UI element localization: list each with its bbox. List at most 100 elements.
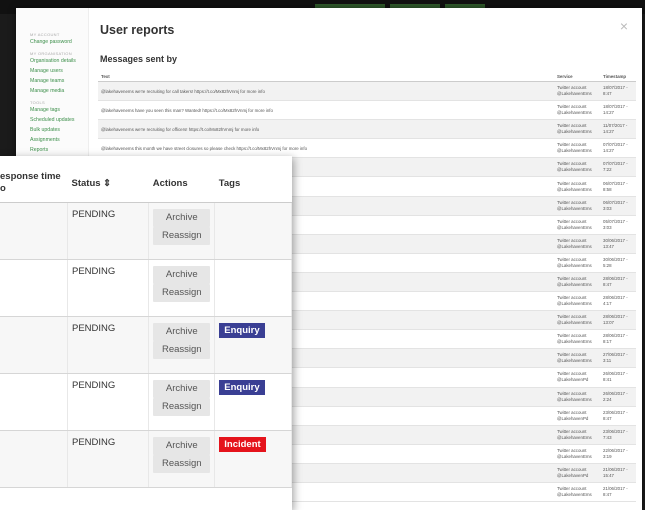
table-row: PENDING Archive Reassign Enquiry: [0, 373, 292, 431]
message-timestamp: 28/06/2017 - 4:17: [600, 291, 636, 312]
message-service: Twitter account @LakehavenEms: [554, 215, 600, 235]
message-timestamp: 28/06/2017 - 8:17: [600, 329, 636, 350]
column-header-response-sub: o: [0, 183, 6, 194]
table-row: PENDING Archive Reassign: [0, 259, 292, 317]
tickets-table-body: PENDING Archive Reassign PENDING Archive Reas…: [0, 202, 292, 488]
column-header-service[interactable]: Service: [554, 71, 600, 82]
sidebar-item-change-password[interactable]: Change password: [30, 39, 88, 45]
message-service: Twitter account @LakehavenEms: [554, 310, 600, 331]
status-cell: PENDING: [67, 202, 150, 260]
sidebar-item-reports[interactable]: Reports: [30, 147, 88, 153]
message-text: @lakehavenems this month we have street …: [98, 138, 554, 159]
response-time-cell: [0, 430, 68, 488]
sidebar-item-manage-users[interactable]: Manage users: [30, 68, 88, 74]
sidebar-item-manage-tags[interactable]: Manage tags: [30, 107, 88, 113]
table-row: @lakehavenems have you seen this man? Wa…: [98, 100, 636, 121]
tag-badge[interactable]: Enquiry: [219, 323, 265, 338]
message-timestamp: 23/06/2017 - 7:43: [600, 425, 636, 445]
status-cell: PENDING: [67, 373, 150, 431]
tickets-table: esponse time o Status ⇕ Actions Tags PEND…: [0, 164, 292, 488]
actions-cell: Archive Reassign: [148, 316, 216, 374]
sidebar-item-bulk-updates[interactable]: Bulk updates: [30, 127, 88, 133]
message-timestamp: 22/06/2017 - 3:19: [600, 444, 636, 464]
message-timestamp: 06/07/2017 - 8:58: [600, 176, 636, 197]
table-row: PENDING Archive Reassign Incident: [0, 430, 292, 488]
column-header-text[interactable]: Text: [98, 71, 554, 82]
message-service: Twitter account @LakehavenEms: [554, 138, 600, 159]
message-service: Twitter account @LakehavenEms: [554, 291, 600, 312]
column-header-status[interactable]: Status ⇕: [67, 164, 149, 203]
reassign-button[interactable]: Reassign: [153, 341, 211, 359]
message-timestamp: 07/07/2017 - 14:27: [600, 138, 636, 159]
reassign-button[interactable]: Reassign: [153, 284, 211, 302]
message-service: Twitter account @LakehavenEms: [554, 253, 600, 273]
tags-cell: [214, 259, 292, 317]
archive-button[interactable]: Archive: [153, 437, 211, 455]
reassign-button[interactable]: Reassign: [153, 227, 211, 245]
sidebar-item-manage-media[interactable]: Manage media: [30, 88, 88, 94]
sidebar-item-organisation-details[interactable]: Organisation details: [30, 58, 88, 64]
sidebar-item-manage-teams[interactable]: Manage teams: [30, 78, 88, 84]
column-header-response-time[interactable]: esponse time o: [0, 164, 68, 203]
section-title: Messages sent by: [100, 54, 178, 64]
message-service: Twitter account @LakehavenEms: [554, 272, 600, 293]
page-title: User reports: [100, 23, 175, 37]
message-timestamp: 06/07/2017 - 3:03: [600, 196, 636, 216]
message-timestamp: 26/06/2017 - 2:24: [600, 387, 636, 407]
actions-cell: Archive Reassign: [148, 259, 216, 317]
message-service: Twitter account @LakehavenEms: [554, 100, 600, 121]
archive-button[interactable]: Archive: [153, 209, 211, 227]
tags-cell: [214, 202, 292, 260]
status-cell: PENDING: [67, 430, 150, 488]
message-service: Twitter account @LakehavenPd: [554, 367, 600, 388]
tickets-table-panel: esponse time o Status ⇕ Actions Tags PEND…: [0, 156, 292, 510]
table-row: PENDING Archive Reassign: [0, 202, 292, 260]
message-timestamp: 30/06/2017 - 5:28: [600, 253, 636, 273]
tags-cell: Enquiry: [214, 316, 292, 374]
column-header-timestamp[interactable]: Timestamp: [600, 71, 636, 82]
message-timestamp: 07/07/2017 - 7:22: [600, 157, 636, 178]
archive-button[interactable]: Archive: [153, 266, 211, 284]
reassign-button[interactable]: Reassign: [153, 455, 211, 473]
message-timestamp: 26/06/2017 - 8:41: [600, 367, 636, 388]
table-row: PENDING Archive Reassign Enquiry: [0, 316, 292, 374]
actions-cell: Archive Reassign: [148, 202, 216, 260]
sidebar-section-organisation: My Organisation: [30, 51, 72, 56]
table-row: @lakehavenems we're recruiting for offic…: [98, 119, 636, 140]
tags-cell: Incident: [214, 430, 292, 488]
status-cell: PENDING: [67, 316, 150, 374]
close-icon[interactable]: ×: [620, 18, 628, 34]
message-text: @lakehavenems have you seen this man? Wa…: [98, 100, 554, 121]
message-timestamp: 27/06/2017 - 3:11: [600, 348, 636, 369]
sidebar-item-assignments[interactable]: Assignments: [30, 137, 88, 143]
table-header-row: Text Service Timestamp: [98, 71, 636, 82]
response-time-cell: [0, 202, 68, 260]
sidebar-item-scheduled-updates[interactable]: Scheduled updates: [30, 117, 88, 123]
message-service: Twitter account @LakehavenEms: [554, 329, 600, 350]
message-service: Twitter account @LakehavenEms: [554, 176, 600, 197]
tag-badge[interactable]: Incident: [219, 437, 266, 452]
actions-cell: Archive Reassign: [148, 373, 216, 431]
message-service: Twitter account @LakehavenEms: [554, 234, 600, 254]
archive-button[interactable]: Archive: [153, 323, 211, 341]
archive-button[interactable]: Archive: [153, 380, 211, 398]
sidebar-section-tools: Tools: [30, 100, 45, 105]
message-timestamp: 23/06/2017 - 8:47: [600, 406, 636, 426]
message-timestamp: 18/07/2017 - 14:27: [600, 100, 636, 121]
message-service: Twitter account @LakehavenEms: [554, 157, 600, 178]
reassign-button[interactable]: Reassign: [153, 398, 211, 416]
message-service: Twitter account @LakehavenEms: [554, 387, 600, 407]
message-service: Twitter account @LakehavenEms: [554, 81, 600, 102]
message-timestamp: 05/07/2017 - 3:03: [600, 215, 636, 235]
column-header-response-label: esponse time: [0, 171, 61, 182]
tags-cell: Enquiry: [214, 373, 292, 431]
message-timestamp: 11/07/2017 - 14:27: [600, 119, 636, 140]
message-service: Twitter account @LakehavenEms: [554, 119, 600, 140]
sidebar-section-account: My Account: [30, 32, 60, 37]
response-time-cell: [0, 316, 68, 374]
message-service: Twitter account @LakehavenPd: [554, 463, 600, 483]
status-cell: PENDING: [67, 259, 150, 317]
actions-cell: Archive Reassign: [148, 430, 216, 488]
tag-badge[interactable]: Enquiry: [219, 380, 265, 395]
message-service: Twitter account @LakehavenEms: [554, 348, 600, 369]
